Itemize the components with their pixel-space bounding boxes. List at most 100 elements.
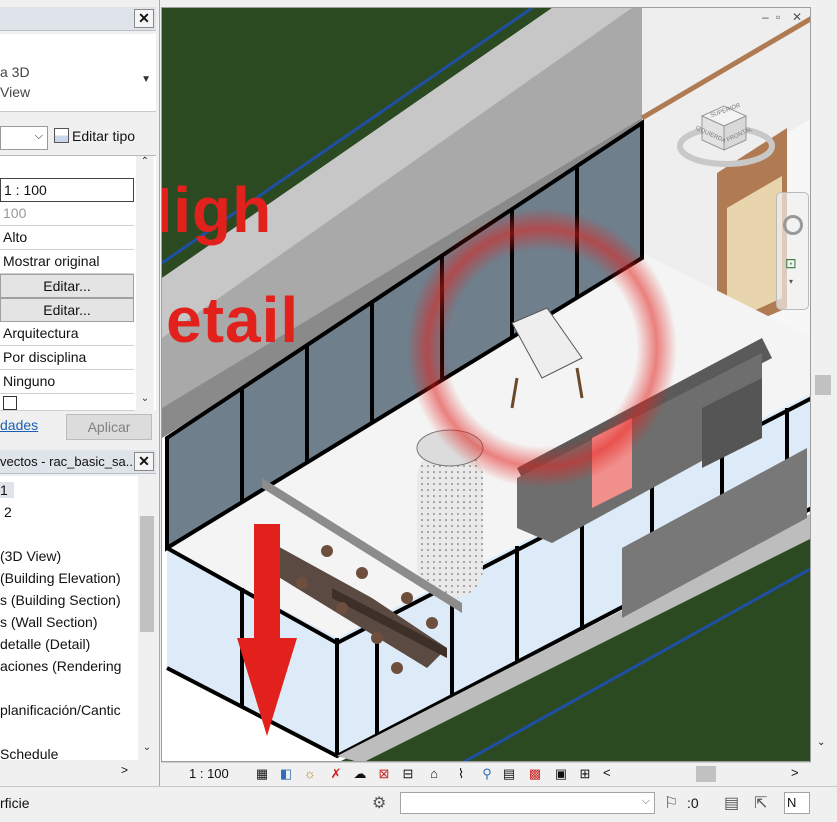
type-selector-line2: View (0, 84, 31, 100)
tree-scrollbar[interactable]: ⌄ (138, 476, 156, 760)
unlock-3d-icon[interactable]: ⌂ (426, 766, 442, 781)
discipline-field[interactable]: Arquitectura (0, 322, 134, 346)
3d-viewport[interactable]: – ▫ ✕ SUPERIOR IZQUIERDA FRONTAL ⊡ ▾ Hig… (161, 7, 811, 762)
tree-item-wall-section[interactable]: s (Wall Section) (0, 614, 98, 630)
editable-only-icon[interactable]: ⚐ (664, 793, 678, 813)
tree-item-level-2[interactable]: 2 (4, 504, 12, 520)
chevron-down-icon: ⌵ (641, 795, 650, 807)
restore-icon[interactable]: ▫ (776, 10, 780, 24)
color-scheme-field[interactable]: Ninguno (0, 370, 134, 394)
render-icon[interactable]: ☁ (352, 766, 368, 781)
temporary-hide-icon[interactable]: ⌇ (453, 766, 469, 781)
tree-scroll-thumb[interactable] (140, 516, 154, 632)
edit-type-button[interactable]: Editar tipo (54, 128, 135, 144)
reveal-hidden-icon[interactable]: ⚲ (479, 766, 495, 781)
checkbox[interactable] (3, 396, 17, 410)
status-message: rficie (0, 795, 30, 811)
crop-icon[interactable]: ⊠ (376, 766, 392, 781)
instance-filter-dropdown[interactable]: ⌵ (0, 126, 48, 150)
worksharing-icon[interactable]: ▤ (501, 766, 517, 781)
hide-analytical-icon[interactable]: ⊞ (577, 766, 593, 781)
navigation-bar[interactable]: ⊡ ▾ (776, 192, 809, 310)
scroll-down-icon[interactable]: ⌄ (138, 742, 156, 758)
view-cube[interactable]: SUPERIOR IZQUIERDA FRONTAL (676, 88, 776, 178)
selection-count: :0 (687, 795, 699, 811)
parts-visibility-field[interactable]: Mostrar original (0, 250, 134, 274)
status-bar: rficie ⚙ ⌵ ⚐ :0 ▤ ⇱ N (0, 786, 837, 822)
project-browser-tree: 1 2 (3D View) (Building Elevation) s (Bu… (0, 476, 156, 760)
project-browser-title-bar: vectos - rac_basic_sa... ✕ (0, 450, 156, 474)
chevron-down-icon: ⌵ (34, 130, 43, 142)
tree-item-detail[interactable]: detalle (Detail) (0, 636, 90, 652)
close-view-icon[interactable]: ✕ (792, 10, 802, 24)
apply-button[interactable]: Aplicar (66, 414, 152, 440)
steering-wheel-icon[interactable] (783, 215, 803, 235)
scroll-left-icon[interactable]: < (603, 765, 611, 780)
tree-item-rendering[interactable]: aciones (Rendering (0, 658, 121, 674)
scroll-down-icon[interactable]: ⌄ (136, 393, 154, 409)
scroll-down-icon[interactable]: ⌄ (817, 737, 825, 748)
view-scale[interactable]: 1 : 100 (189, 766, 229, 781)
annotation-detail: detail (162, 284, 300, 356)
project-browser-title: vectos - rac_basic_sa... (0, 454, 137, 469)
annotation-arrow (254, 524, 280, 644)
viewport-horizontal-scrollbar[interactable]: < > (603, 765, 801, 782)
zoom-region-icon[interactable]: ⊡ (785, 255, 797, 272)
visibility-edit-button[interactable]: Editar... (0, 274, 134, 298)
select-links-icon[interactable]: ⇱ (754, 793, 767, 813)
highlight-displacement-icon[interactable]: ▣ (553, 766, 569, 781)
tree-item-building-elevation[interactable]: (Building Elevation) (0, 570, 121, 586)
scale-value-field: 100 (0, 202, 134, 226)
collapse-icon[interactable]: ⌃ (136, 156, 154, 172)
show-crop-icon[interactable]: ⊟ (400, 766, 416, 781)
properties-title-bar: ✕ (0, 7, 156, 31)
annotation-high: High (162, 174, 273, 246)
tree-item-3d-view[interactable]: (3D View) (0, 548, 61, 564)
filter-label: N (787, 795, 797, 810)
navbar-menu-icon[interactable]: ▾ (789, 277, 793, 286)
active-workset-dropdown[interactable]: ⌵ (400, 792, 655, 814)
horizontal-scroll-thumb[interactable] (696, 766, 716, 782)
show-hidden-lines-field[interactable]: Por disciplina (0, 346, 134, 370)
edit-type-label: Editar tipo (72, 128, 136, 144)
scroll-right-icon[interactable]: > (121, 763, 128, 777)
view-control-bar: 1 : 100 ▦ ◧ ☼ ✗ ☁ ⊠ ⊟ ⌂ ⌇ ⚲ ▤ ▩ ▣ ⊞ < > (161, 762, 811, 784)
viewport-vertical-scrollbar[interactable]: ⌄ (811, 7, 837, 762)
project-browser-close-button[interactable]: ✕ (134, 452, 154, 471)
highlight-ring (407, 208, 677, 488)
dropdown-arrow-icon[interactable]: ▼ (141, 74, 151, 85)
apply-row: dades Aplicar (0, 412, 156, 442)
minimize-icon[interactable]: – (762, 10, 769, 24)
close-icon: ✕ (138, 453, 150, 469)
worksets-icon[interactable]: ⚙ (372, 793, 386, 813)
scroll-track (138, 180, 152, 394)
edit-type-icon (54, 128, 69, 143)
design-options-icon[interactable]: ▤ (724, 793, 739, 813)
graphic-options-edit-button[interactable]: Editar... (0, 298, 134, 322)
properties-scrollbar[interactable]: ⌃ ⌄ (136, 156, 154, 411)
close-icon: ✕ (138, 10, 150, 26)
tree-item-schedules[interactable]: planificación/Cantic (0, 702, 121, 718)
tree-item-level-1[interactable]: 1 (0, 482, 14, 498)
tree-item-schedule[interactable]: Schedule (0, 746, 58, 760)
properties-palette: ✕ a 3D View ▼ ⌵ Editar tipo 1 : 100 100 … (0, 0, 160, 786)
properties-table: 1 : 100 100 Alto Mostrar original Editar… (0, 155, 156, 411)
tree-item-building-section[interactable]: s (Building Section) (0, 592, 121, 608)
type-selector-line1: a 3D (0, 64, 30, 80)
view-scale-field[interactable]: 1 : 100 (0, 178, 134, 202)
analytical-icon[interactable]: ▩ (527, 766, 543, 781)
visual-style-icon[interactable]: ◧ (278, 766, 294, 781)
properties-close-button[interactable]: ✕ (134, 9, 154, 28)
shadows-icon[interactable]: ✗ (328, 766, 344, 781)
type-selector[interactable]: a 3D View ▼ (0, 34, 156, 112)
detail-level-field[interactable]: Alto (0, 226, 134, 250)
properties-filter-row: ⌵ Editar tipo (0, 124, 156, 152)
filter-dropdown[interactable]: N (784, 792, 810, 814)
scroll-right-icon[interactable]: > (791, 765, 799, 780)
detail-level-icon[interactable]: ▦ (254, 766, 270, 781)
viewport-scroll-thumb[interactable] (815, 375, 831, 395)
properties-help-link[interactable]: dades (0, 417, 38, 433)
sun-path-icon[interactable]: ☼ (302, 766, 318, 781)
tree-horizontal-scrollbar[interactable]: > (0, 762, 156, 782)
checkbox-row (0, 394, 134, 411)
